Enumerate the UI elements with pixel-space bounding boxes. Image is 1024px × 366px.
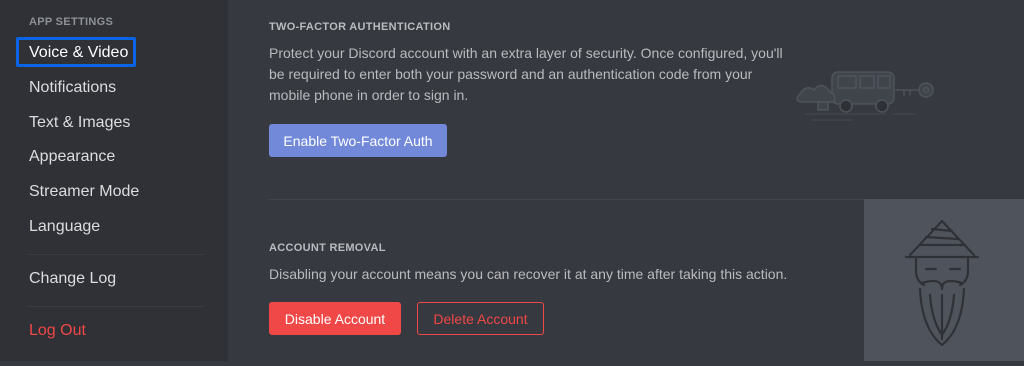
sidebar-divider xyxy=(29,306,204,307)
account-removal-description: Disabling your account means you can rec… xyxy=(269,266,788,282)
sidebar-item-text-images[interactable]: Text & Images xyxy=(29,113,130,133)
two-factor-description: Protect your Discord account with an ext… xyxy=(269,45,783,103)
two-factor-title: TWO-FACTOR AUTHENTICATION xyxy=(269,21,451,33)
enable-two-factor-button[interactable]: Enable Two-Factor Auth xyxy=(269,124,447,157)
sidebar-item-notifications[interactable]: Notifications xyxy=(29,78,116,98)
section-divider xyxy=(269,199,864,200)
delete-account-button[interactable]: Delete Account xyxy=(417,302,544,335)
sidebar-divider xyxy=(29,254,204,255)
sidebar-item-appearance[interactable]: Appearance xyxy=(29,147,115,167)
settings-sidebar: APP SETTINGS Voice & Video Notifications… xyxy=(0,0,228,361)
sidebar-item-changelog[interactable]: Change Log xyxy=(29,269,116,289)
wizard-illustration xyxy=(904,219,980,347)
sidebar-header: APP SETTINGS xyxy=(29,16,114,28)
sidebar-item-voice-video[interactable]: Voice & Video xyxy=(29,43,128,63)
sidebar-item-streamer-mode[interactable]: Streamer Mode xyxy=(29,182,139,202)
sidebar-item-language[interactable]: Language xyxy=(29,217,100,237)
wizard-panel xyxy=(864,199,1024,361)
sidebar-item-logout[interactable]: Log Out xyxy=(29,321,86,341)
car-key-illustration xyxy=(796,71,934,121)
disable-account-button[interactable]: Disable Account xyxy=(269,302,401,335)
account-removal-title: ACCOUNT REMOVAL xyxy=(269,242,386,254)
